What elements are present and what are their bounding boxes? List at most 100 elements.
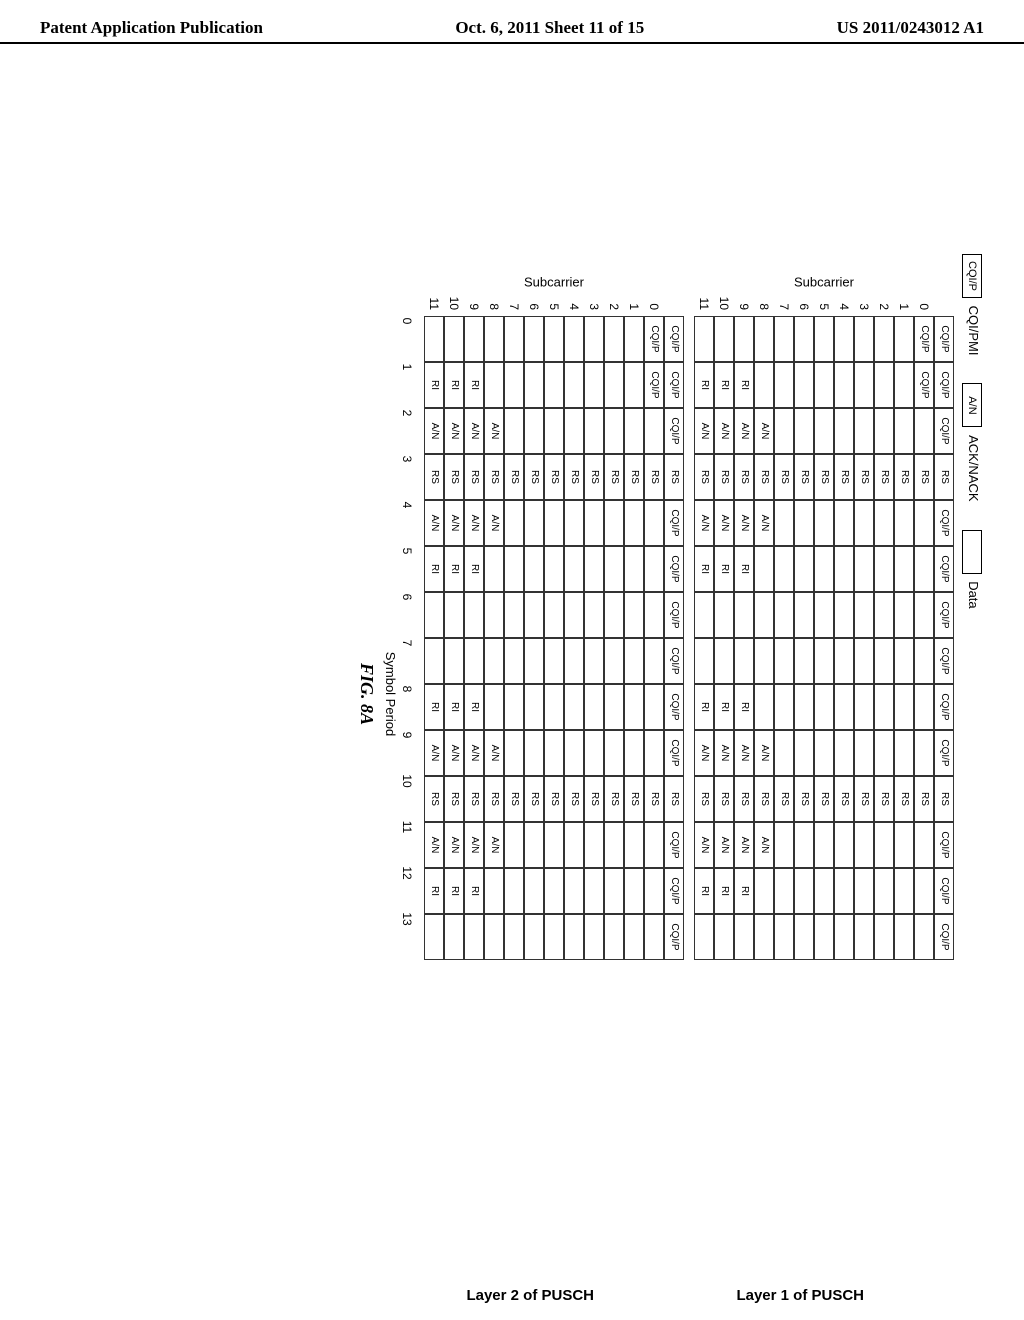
grid-cell [424,592,444,638]
grid-cell [914,638,934,684]
grid-cell: CQI/P [664,684,684,730]
grid-cell: A/N [444,500,464,546]
grid-cell [794,362,814,408]
row-index: 5 [814,292,834,316]
y-axis-label: Subcarrier [524,274,584,289]
grid-cell [834,914,854,960]
grid-cell [584,592,604,638]
grid-cell: RS [604,776,624,822]
grid-cell [814,500,834,546]
grid-cell: CQI/P [914,316,934,362]
grid-cell [694,914,714,960]
grid-cell: CQI/P [934,730,954,776]
grid-row: 7RSRS [774,292,794,1144]
row-index: 5 [544,292,564,316]
grid-cell [734,316,754,362]
grid-cell: A/N [444,822,464,868]
grid-cell [624,730,644,776]
grid-cell: RI [734,684,754,730]
grid-cell [894,868,914,914]
grid-cell [584,730,604,776]
grid-cell [834,868,854,914]
grid-cell: RI [464,362,484,408]
grid-cell [794,684,814,730]
grid-cell [584,408,604,454]
grid-cell [484,684,504,730]
grid-cell [564,546,584,592]
grid-cell [644,730,664,776]
grid-cell [624,868,644,914]
grid-cell: A/N [694,730,714,776]
grid-cell [874,730,894,776]
grid-cell [874,408,894,454]
row-index: 9 [734,292,754,316]
x-tick: 2 [400,390,414,436]
grid-cell: RI [464,868,484,914]
grid-cell [564,408,584,454]
grid-row: 6RSRS [794,292,814,1144]
grid-cell [814,408,834,454]
grid-title: Layer 1 of PUSCH [736,1287,864,1304]
grid-cell [814,914,834,960]
grid-cell [734,592,754,638]
grid-cell [504,684,524,730]
grid-cell: RS [604,454,624,500]
grid-cell: RS [564,454,584,500]
grid-cell [794,592,814,638]
grid-cell: CQI/P [934,914,954,960]
grid-cell: RS [814,454,834,500]
grid-cell: RI [464,684,484,730]
figure-area: CQI/P CQI/PMI A/N ACK/NACK Data Layer 1 … [0,244,982,1144]
grid-cell: A/N [714,408,734,454]
grid-cell [624,822,644,868]
grid-cell [444,592,464,638]
grid-cell: RS [504,454,524,500]
grid-cell [504,914,524,960]
grid-cell [794,730,814,776]
grid-cell: RS [544,454,564,500]
grid-cell [914,500,934,546]
grid-cell [584,500,604,546]
x-tick: 5 [400,528,414,574]
grid-cell [564,868,584,914]
grid-cell: RI [714,546,734,592]
grid-cell: RS [874,776,894,822]
x-tick: 4 [400,482,414,528]
grid-cell [504,316,524,362]
grid-row: 7RSRS [504,292,524,1144]
grid-cell [644,408,664,454]
grid-cell [754,592,774,638]
grid-cell [564,500,584,546]
grid-row: 11RIA/NRSA/NRIRIA/NRSA/NRI [694,292,714,1144]
grid-cell [894,546,914,592]
row-index: 1 [894,292,914,316]
grid-cell: A/N [444,730,464,776]
grid-cell [874,822,894,868]
grid-cell: A/N [734,822,754,868]
grid-cell [894,914,914,960]
grid-cell [524,822,544,868]
grid-cell: RS [624,454,644,500]
grid-cell: A/N [464,822,484,868]
x-axis-ticks: 012345678910111213 [400,268,414,1144]
grid-cell [444,638,464,684]
grid-cell [854,408,874,454]
figure-caption: FIG. 8A [356,244,377,1144]
grid-cell [544,316,564,362]
grid-cell [774,684,794,730]
grid-cell [524,500,544,546]
row-index: 2 [604,292,624,316]
grid-cell [914,730,934,776]
grid-cell: A/N [464,408,484,454]
grid-cell [544,362,564,408]
grid-cell [854,822,874,868]
grid-cell [754,362,774,408]
grid-cell [544,914,564,960]
grid-cell [914,914,934,960]
grid-cell [714,592,734,638]
grid-cell: CQI/P [664,362,684,408]
grid-cell [544,592,564,638]
grid-cell [504,822,524,868]
grid-cell [774,362,794,408]
grid-cell [584,316,604,362]
